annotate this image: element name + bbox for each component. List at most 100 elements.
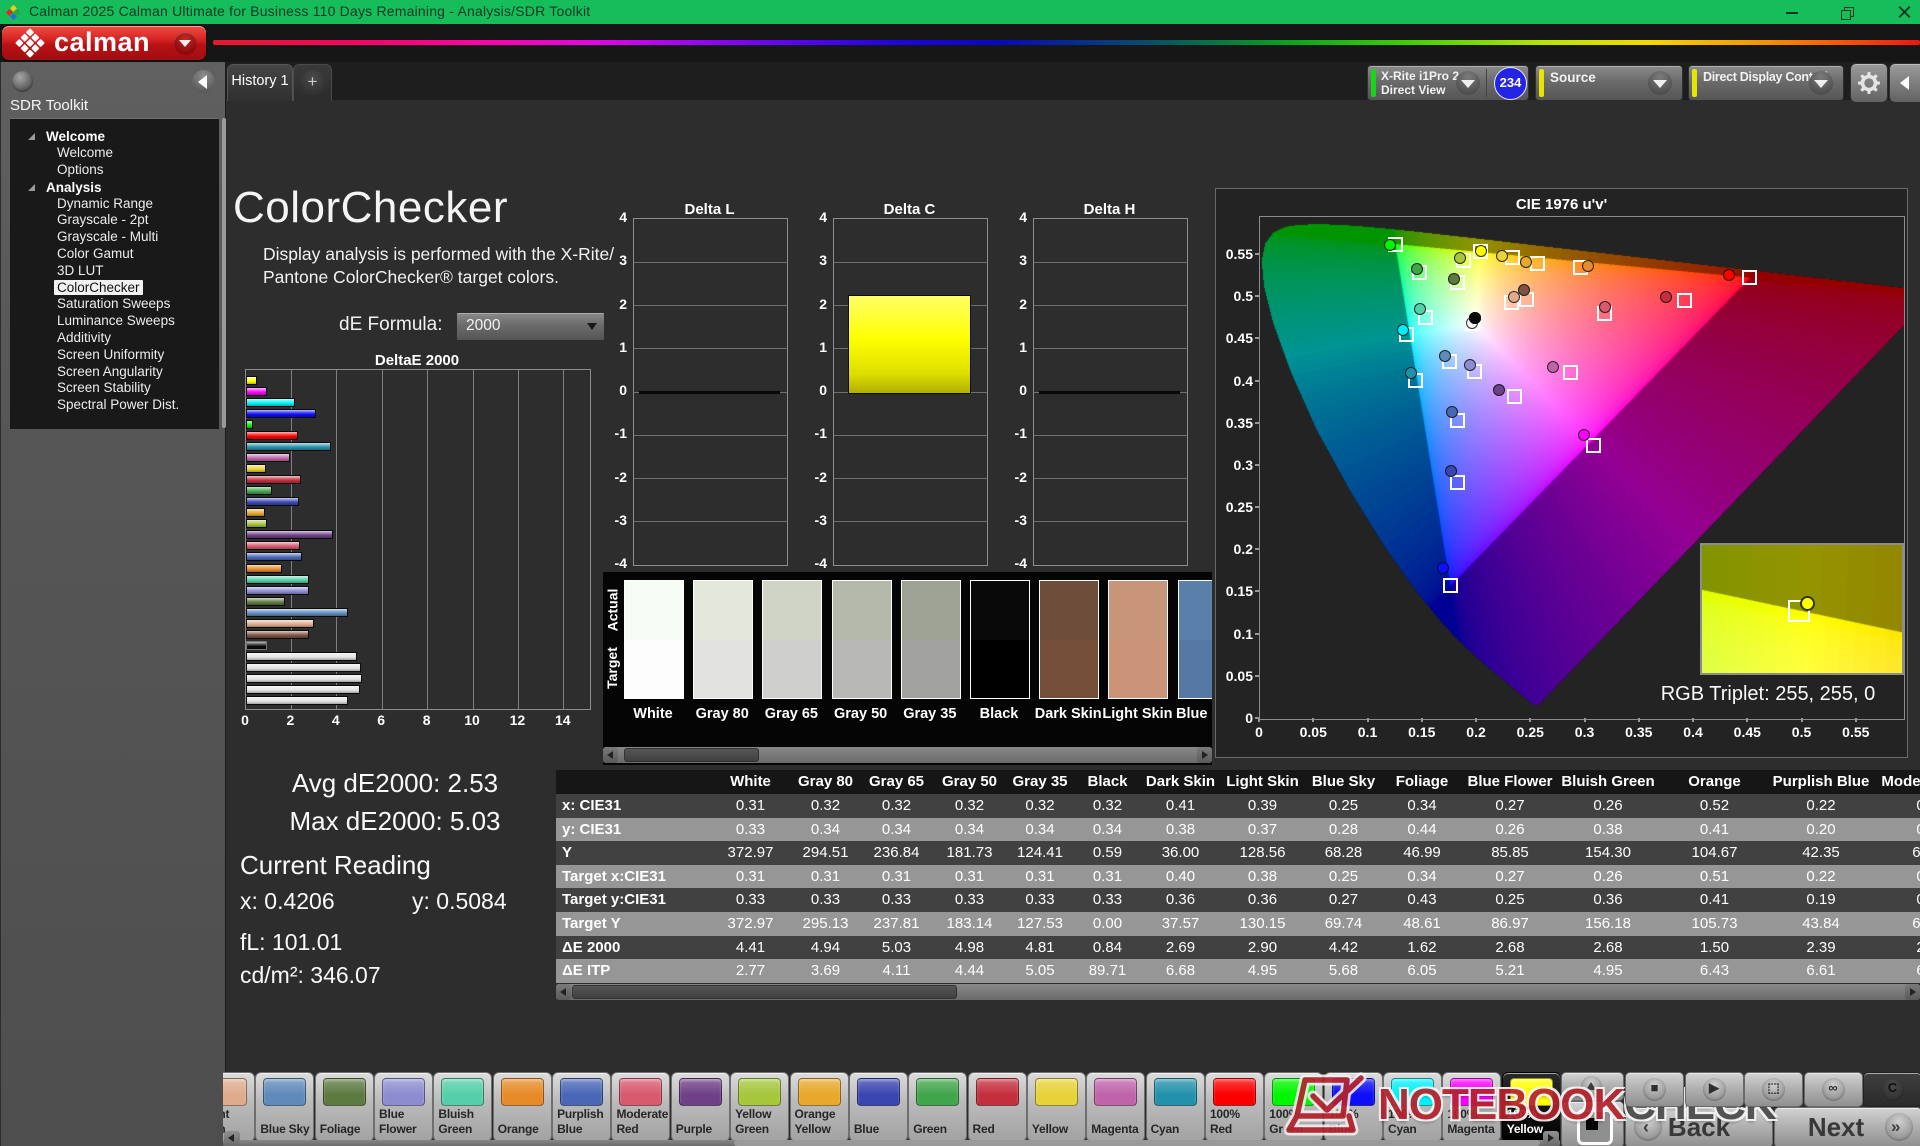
patch-button-orange[interactable]: Orange <box>493 1072 552 1142</box>
tree-item-grayscale-2pt[interactable]: Grayscale - 2pt <box>10 212 219 229</box>
source-dropdown[interactable]: Source <box>1535 65 1683 101</box>
sidebar-collapse-button[interactable] <box>192 70 215 93</box>
tree-group-analysis[interactable]: Analysis <box>10 179 219 196</box>
swatch-gray-50 <box>832 580 892 699</box>
swatch-target <box>625 640 683 699</box>
y-tick-label: -1 <box>795 425 827 441</box>
patch-button-moderate-red[interactable]: Moderate Red <box>611 1072 670 1142</box>
display-control-dropdown[interactable]: Direct Display Control <box>1688 65 1844 101</box>
tree-item-spectral-power-dist-[interactable]: Spectral Power Dist. <box>10 397 219 414</box>
calman-menu-dropdown[interactable] <box>174 32 197 55</box>
scroll-right-button[interactable] <box>1543 1131 1559 1146</box>
chevron-left-icon <box>1900 76 1909 90</box>
tree-item-welcome[interactable]: Welcome <box>10 145 219 162</box>
add-tab-button[interactable]: + <box>293 64 332 101</box>
patch-color-swatch <box>857 1078 900 1106</box>
tree-item-label: Screen Angularity <box>57 364 163 379</box>
tab-history-1[interactable]: History 1 <box>227 64 293 101</box>
tree-item-additivity[interactable]: Additivity <box>10 330 219 347</box>
patch-button-purple[interactable]: Purple <box>671 1072 730 1142</box>
pattern-tool-button-rect[interactable]: ■ <box>1625 1072 1684 1107</box>
pattern-tool-button-frame[interactable]: ⬚ <box>1744 1072 1803 1107</box>
tree-item-grayscale-multi[interactable]: Grayscale - Multi <box>10 229 219 246</box>
settings-button[interactable] <box>1850 63 1888 103</box>
tree-item-saturation-sweeps[interactable]: Saturation Sweeps <box>10 296 219 313</box>
table-cell: 2.90 <box>1220 936 1305 960</box>
pattern-tool-button-play[interactable]: ▶ <box>1685 1072 1744 1107</box>
patch-button-green[interactable]: Green <box>908 1072 967 1142</box>
scroll-right-button[interactable] <box>1905 984 1920 1000</box>
maximize-button[interactable] <box>1826 0 1870 24</box>
scroll-left-button[interactable] <box>224 1131 240 1146</box>
back-button[interactable]: ‹ Back <box>1625 1107 1773 1146</box>
scroll-right-button[interactable] <box>1197 747 1212 763</box>
close-button[interactable] <box>1882 0 1920 24</box>
tree-item-colorchecker[interactable]: ColorChecker <box>10 280 219 297</box>
table-cell: 0.20 <box>1771 818 1871 842</box>
scrollbar-thumb[interactable] <box>624 748 759 762</box>
patch-button-yellow-green[interactable]: Yellow Green <box>730 1072 789 1142</box>
patch-button-blue-flower[interactable]: Blue Flower <box>374 1072 433 1142</box>
patch-button-100-magenta[interactable]: 100% Magenta <box>1442 1072 1501 1142</box>
meter-dropdown[interactable]: X-Rite i1Pro 2 Direct View 234 <box>1367 65 1529 101</box>
scroll-left-button[interactable] <box>603 747 618 763</box>
patch-button-bluish-green[interactable]: Bluish Green <box>433 1072 492 1142</box>
y-tick-label: 1 <box>595 339 627 355</box>
patch-button-blue-sky[interactable]: Blue Sky <box>255 1072 314 1142</box>
patch-button-100-red[interactable]: 100% Red <box>1205 1072 1264 1142</box>
patch-button-yellow[interactable]: Yellow <box>1027 1072 1086 1142</box>
patch-button-cyan[interactable]: Cyan <box>1146 1072 1205 1142</box>
swatch-scrollbar[interactable] <box>603 747 1212 763</box>
patch-strip-scrollbar[interactable] <box>223 1140 1560 1146</box>
cie-target-100-blue <box>1443 578 1458 593</box>
table-cell: 89.71 <box>1074 959 1141 983</box>
tree-item-dynamic-range[interactable]: Dynamic Range <box>10 196 219 213</box>
patch-color-swatch <box>738 1078 781 1106</box>
tree-item-screen-angularity[interactable]: Screen Angularity <box>10 364 219 381</box>
table-cell: 2.77 <box>710 959 791 983</box>
tree-group-welcome[interactable]: Welcome <box>10 128 219 145</box>
tree-expander-icon[interactable] <box>28 133 35 140</box>
patch-button-purplish-blue[interactable]: Purplish Blue <box>552 1072 611 1142</box>
scrollbar-thumb[interactable] <box>734 1140 1540 1146</box>
cie-target-magenta <box>1563 365 1578 380</box>
patch-button-foliage[interactable]: Foliage <box>315 1072 374 1142</box>
patch-button-red[interactable]: Red <box>968 1072 1027 1142</box>
de-formula-select[interactable]: 2000 <box>456 312 605 341</box>
scrollbar-thumb[interactable] <box>572 985 957 999</box>
deltae-bar-dark-skin <box>246 630 309 639</box>
table-cell: 156.18 <box>1558 912 1658 936</box>
toolbar-collapse-button[interactable] <box>1889 63 1920 103</box>
patch-button-100-cyan[interactable]: 100% Cyan <box>1383 1072 1442 1142</box>
tree-scrollbar[interactable] <box>222 118 226 428</box>
calman-menu-button[interactable]: calman <box>2 26 206 60</box>
patch-button-100-green[interactable]: 100% Green <box>1264 1072 1323 1142</box>
table-cell: 127.53 <box>1006 912 1074 936</box>
tree-item-color-gamut[interactable]: Color Gamut <box>10 246 219 263</box>
patch-button-100-blue[interactable]: 100% Blue <box>1324 1072 1383 1142</box>
patch-button-blue[interactable]: Blue <box>849 1072 908 1142</box>
table-row: x: CIE310.310.320.320.320.320.320.410.39… <box>556 794 1920 818</box>
pattern-tool-button-curve[interactable]: ∞ <box>1804 1072 1863 1107</box>
meter-count-badge[interactable]: 234 <box>1494 67 1527 100</box>
tree-item-options[interactable]: Options <box>10 162 219 179</box>
tree-item-luminance-sweeps[interactable]: Luminance Sweeps <box>10 313 219 330</box>
tree-item-screen-uniformity[interactable]: Screen Uniformity <box>10 347 219 364</box>
pattern-window-button[interactable] <box>1561 1101 1624 1146</box>
x-tick-label: 4 <box>326 712 346 728</box>
cie-target-purple <box>1507 389 1522 404</box>
tree-expander-icon[interactable] <box>28 184 35 191</box>
patch-button-orange-yellow[interactable]: Orange Yellow <box>790 1072 849 1142</box>
scroll-left-button[interactable] <box>556 984 571 1000</box>
pattern-tool-button-refresh[interactable]: C <box>1863 1072 1920 1107</box>
next-button[interactable]: Next » <box>1774 1107 1920 1146</box>
table-cell: 0.32 <box>1871 818 1920 842</box>
tree-item-screen-stability[interactable]: Screen Stability <box>10 380 219 397</box>
gridline <box>634 478 787 479</box>
table-scrollbar[interactable] <box>556 984 1920 1000</box>
table-row: y: CIE310.330.340.340.340.340.340.380.37… <box>556 818 1920 842</box>
patch-button-magenta[interactable]: Magenta <box>1086 1072 1145 1142</box>
tree-item-3d-lut[interactable]: 3D LUT <box>10 263 219 280</box>
minimize-button[interactable] <box>1770 0 1814 24</box>
pattern-up-button[interactable] <box>1561 1072 1624 1101</box>
